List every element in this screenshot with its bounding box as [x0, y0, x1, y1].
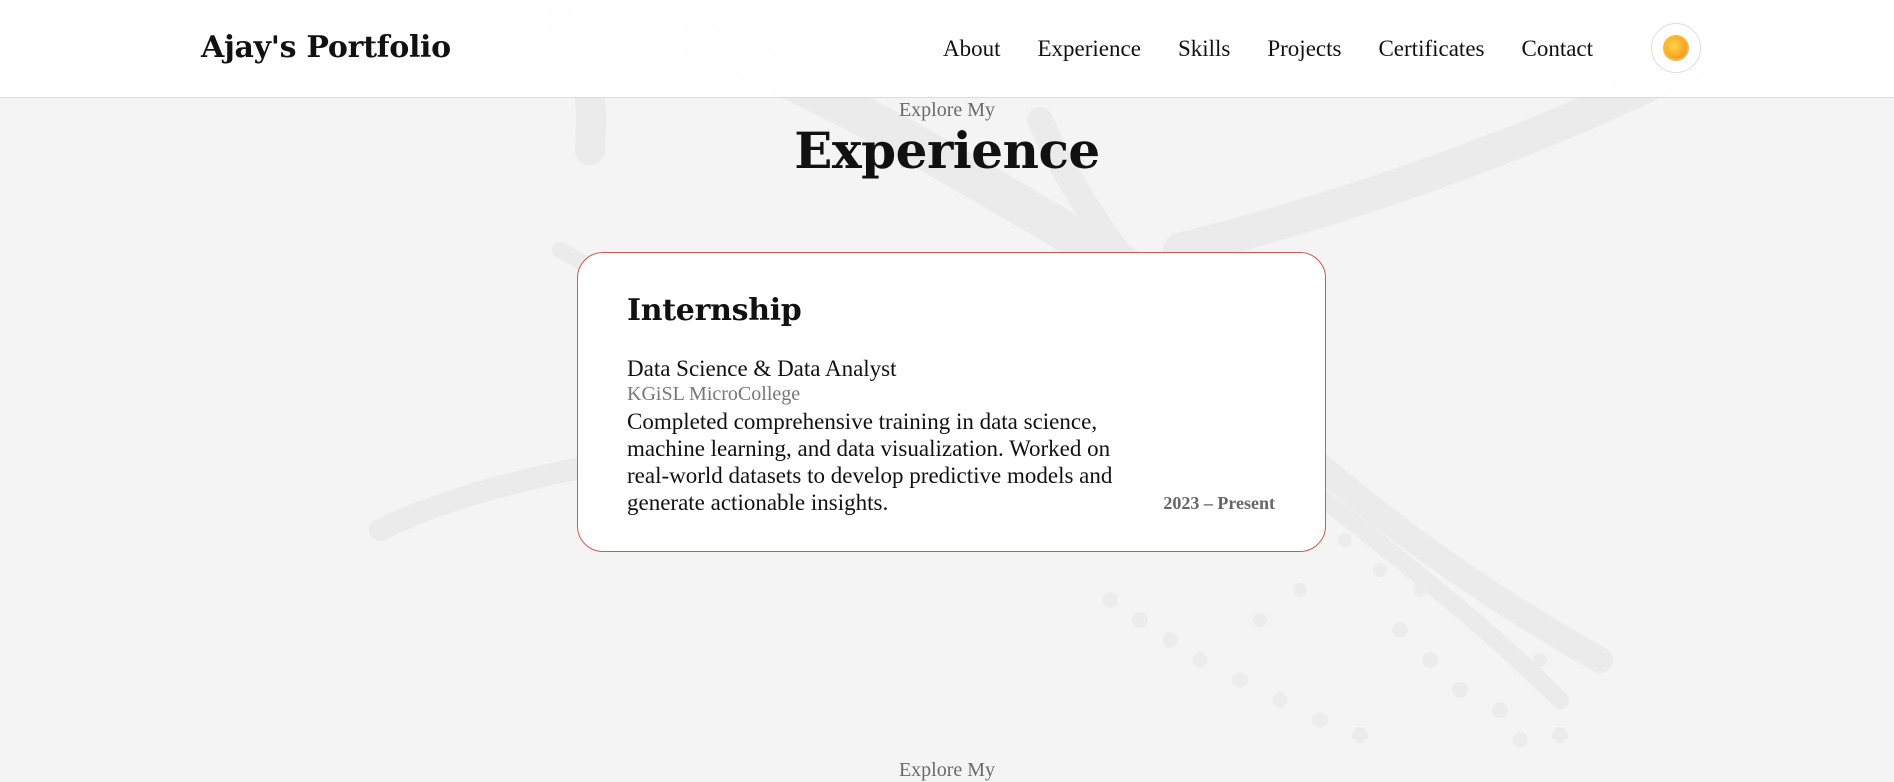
nav-link-contact[interactable]: Contact — [1521, 36, 1593, 62]
next-section-subtitle: Explore My — [898, 759, 996, 781]
theme-toggle-button[interactable] — [1651, 23, 1701, 73]
experience-card: Internship Data Science & Data Analyst K… — [577, 252, 1326, 552]
nav-link-skills[interactable]: Skills — [1178, 36, 1230, 62]
section-subtitle: Explore My — [898, 99, 996, 121]
page: Ajay's Portfolio About Experience Skills… — [0, 0, 1894, 782]
sun-icon — [1665, 37, 1687, 59]
experience-role: Data Science & Data Analyst — [627, 356, 897, 381]
top-navbar: Ajay's Portfolio About Experience Skills… — [0, 0, 1894, 98]
nav-link-projects[interactable]: Projects — [1267, 36, 1341, 62]
experience-period: 2023 – Present — [1163, 493, 1275, 513]
nav-links: About Experience Skills Projects Certifi… — [943, 36, 1630, 62]
experience-description: Completed comprehensive training in data… — [627, 409, 1113, 515]
nav-link-certificates[interactable]: Certificates — [1378, 36, 1484, 62]
nav-link-experience[interactable]: Experience — [1038, 36, 1141, 62]
section-title: Experience — [794, 121, 1100, 180]
experience-title: Internship — [627, 293, 802, 328]
nav-link-about[interactable]: About — [943, 36, 1001, 62]
experience-organization: KGiSL MicroCollege — [627, 383, 801, 405]
site-logo[interactable]: Ajay's Portfolio — [201, 30, 451, 65]
